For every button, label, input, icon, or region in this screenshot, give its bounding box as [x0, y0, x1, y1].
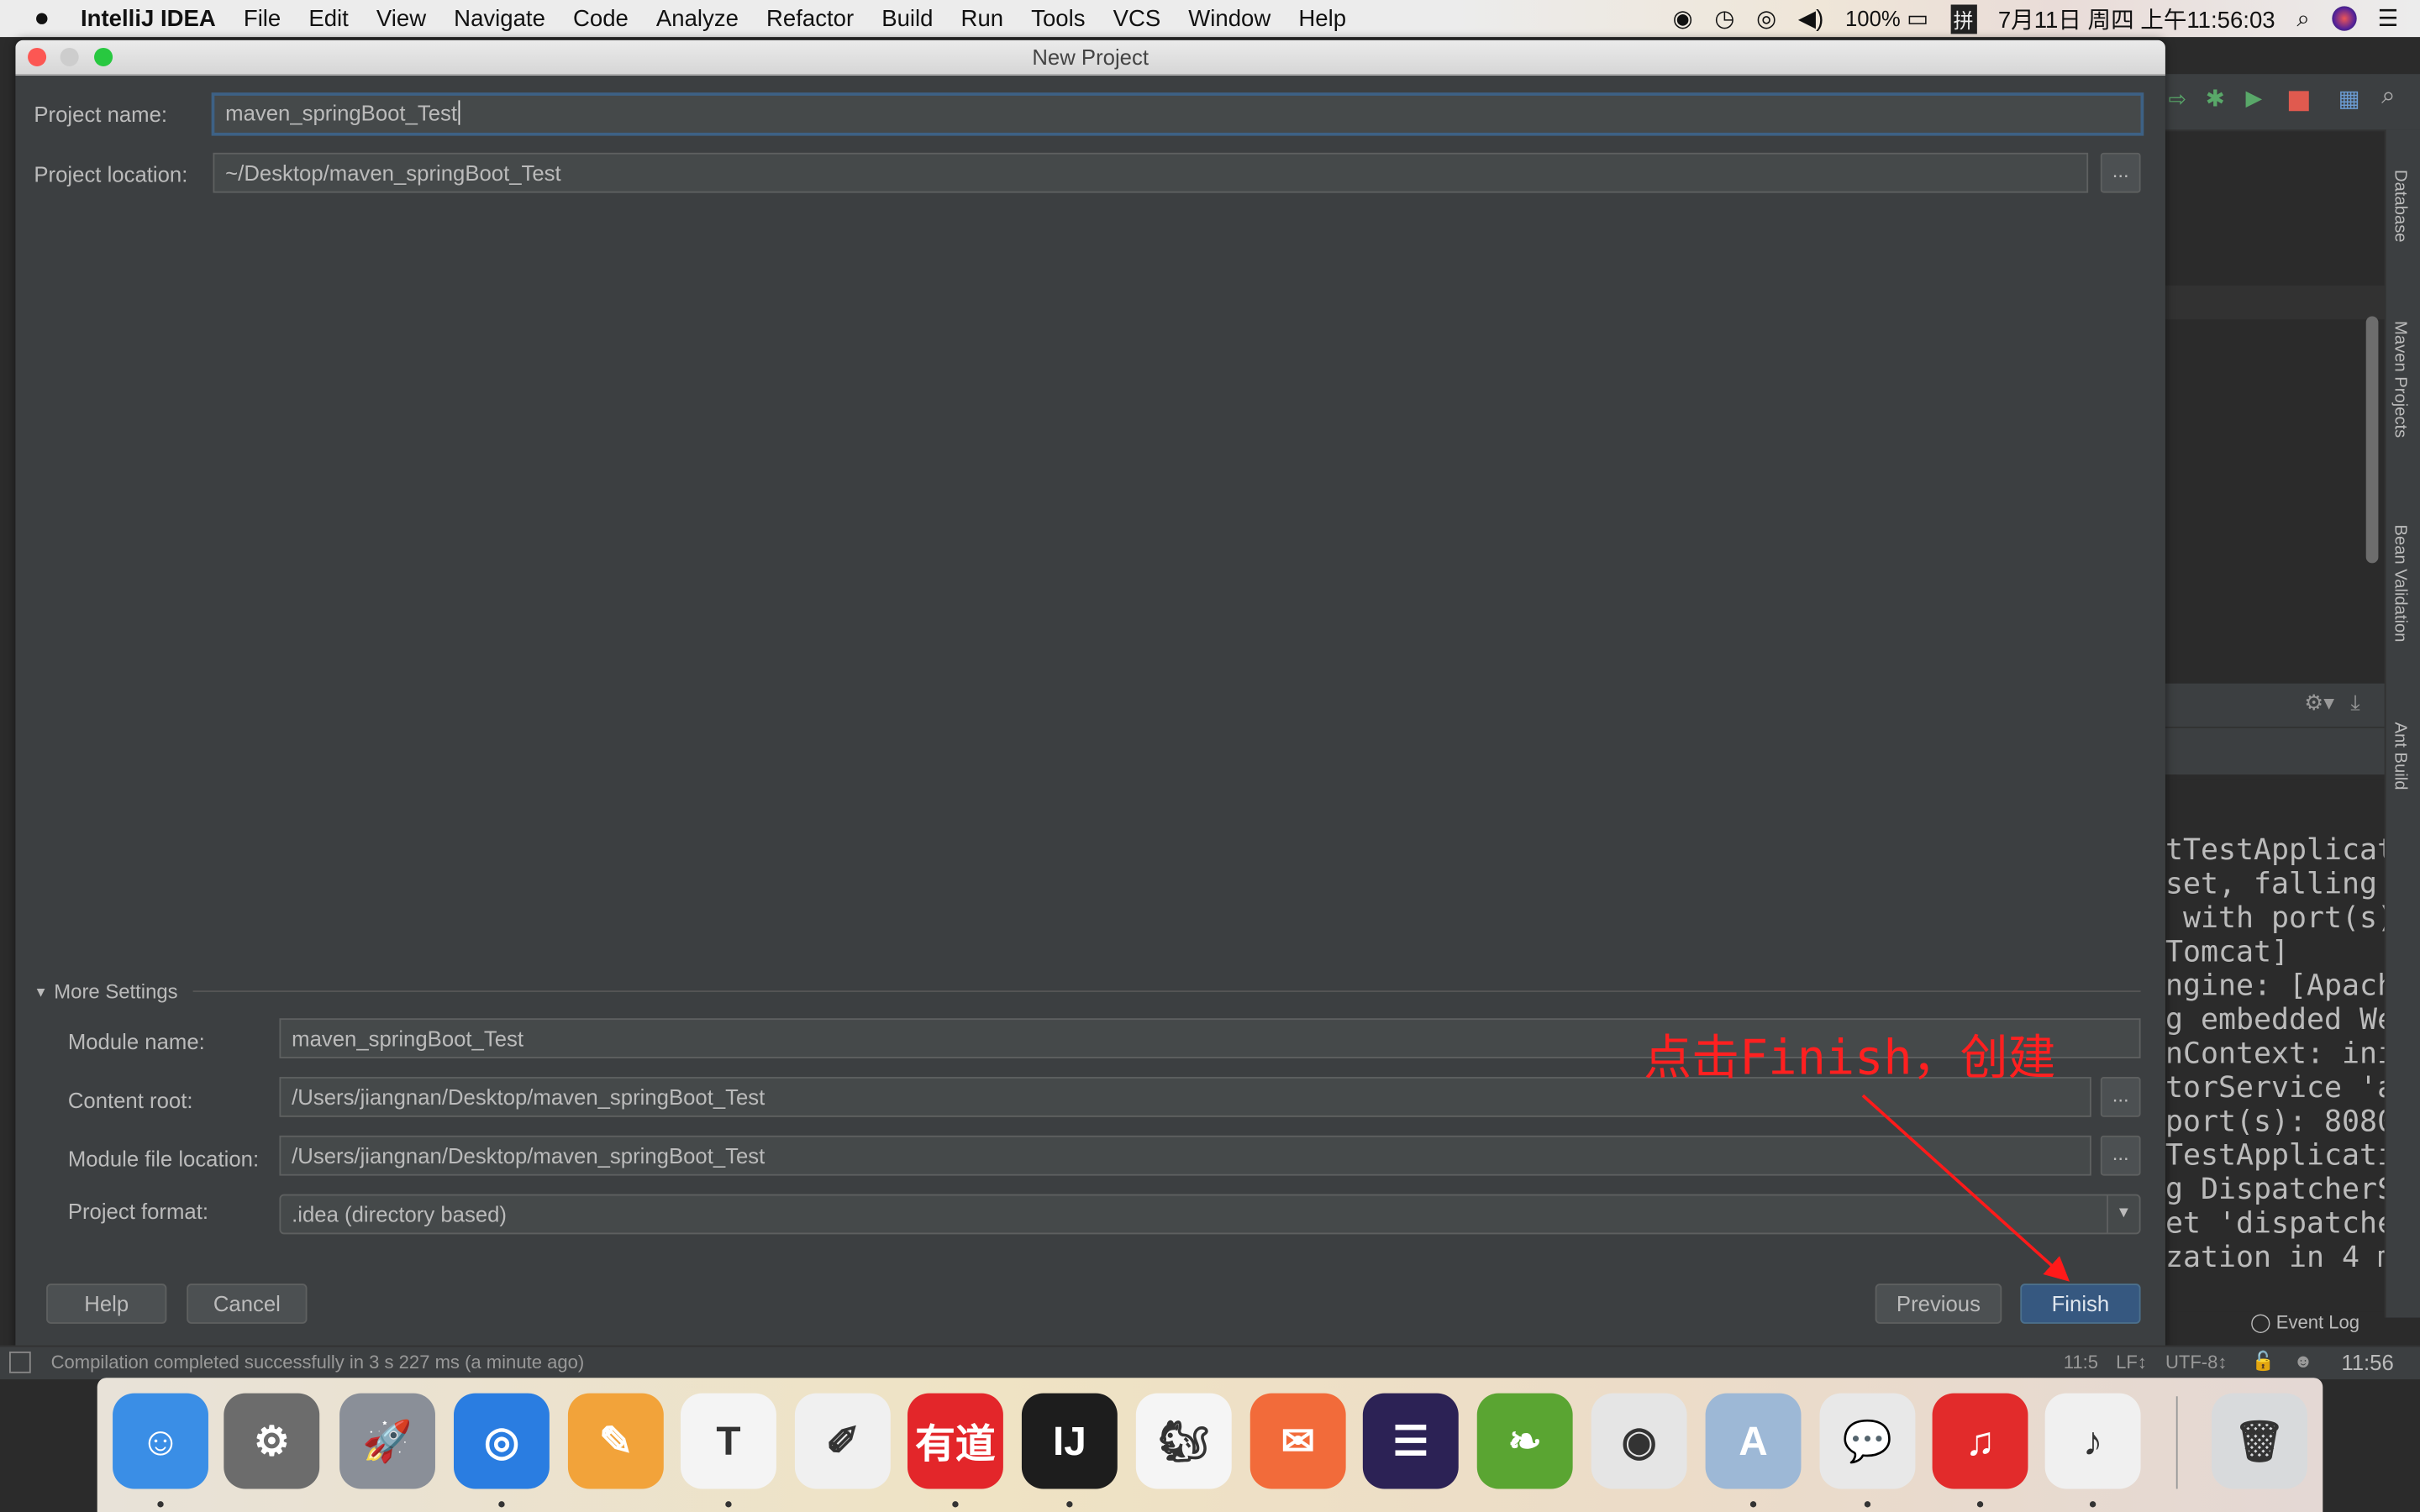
dock-typora[interactable]: T: [681, 1393, 776, 1489]
dock-wechat[interactable]: 💬: [1819, 1393, 1916, 1489]
caret-position[interactable]: 11:5: [2064, 1352, 2098, 1373]
running-indicator: [2089, 1501, 2096, 1508]
dock-youdao-dictionary[interactable]: 有道: [908, 1393, 1003, 1489]
annotation-arrow: [1861, 1094, 2070, 1282]
dock-pages[interactable]: ✎: [567, 1393, 664, 1489]
dock-postman[interactable]: ✉: [1249, 1393, 1346, 1489]
running-indicator: [952, 1501, 959, 1508]
lock-icon[interactable]: 🔓: [2252, 1350, 2275, 1372]
hector-icon[interactable]: ☻: [2293, 1350, 2312, 1372]
dock-safari[interactable]: ◎: [454, 1393, 550, 1489]
toggle-tool-windows-icon[interactable]: [9, 1351, 31, 1373]
file-encoding[interactable]: UTF-8↕: [2165, 1352, 2227, 1373]
status-message: Compilation completed successfully in 3 …: [50, 1351, 585, 1373]
line-separator[interactable]: LF↕: [2116, 1352, 2147, 1373]
dock-xcode[interactable]: A: [1705, 1393, 1802, 1489]
running-indicator: [1864, 1501, 1871, 1508]
dock-itunes[interactable]: ♪: [2044, 1393, 2141, 1489]
statusbar-time: 11:56: [2341, 1350, 2394, 1375]
dock-textedit[interactable]: ✐: [794, 1393, 891, 1489]
running-indicator: [1066, 1501, 1073, 1508]
dock-finder[interactable]: ☺: [113, 1393, 208, 1489]
dock-coda[interactable]: ❧: [1476, 1393, 1573, 1489]
dock-netease-music[interactable]: ♫: [1932, 1393, 2028, 1489]
dock-launchpad[interactable]: 🚀: [339, 1393, 435, 1489]
running-indicator: [725, 1501, 732, 1508]
running-indicator: [498, 1501, 505, 1508]
running-indicator: [1749, 1501, 1757, 1508]
dock-intellij-idea[interactable]: IJ: [1021, 1393, 1118, 1489]
dock-separator: [2175, 1396, 2178, 1489]
running-indicator: [1976, 1501, 1984, 1508]
ide-statusbar: Compilation completed successfully in 3 …: [0, 1345, 2420, 1380]
dock-sequel-pro[interactable]: 🐿: [1135, 1393, 1232, 1489]
dock-system-preferences[interactable]: ⚙: [224, 1393, 320, 1489]
dock-trash[interactable]: 🗑: [2212, 1393, 2307, 1489]
screen: ● IntelliJ IDEA File Edit View Navigate Code…: [0, 0, 2420, 1512]
running-indicator: [157, 1501, 164, 1508]
dock-google-chrome[interactable]: ◉: [1591, 1393, 1687, 1489]
macos-dock: ☺ ⚙ 🚀 ◎ ✎ T ✐ 有道 IJ 🐿 ✉ ☰ ❧ ◉ A 💬 ♫ ♪ 🗑: [97, 1378, 2323, 1512]
dock-eclipse[interactable]: ☰: [1362, 1393, 1459, 1489]
